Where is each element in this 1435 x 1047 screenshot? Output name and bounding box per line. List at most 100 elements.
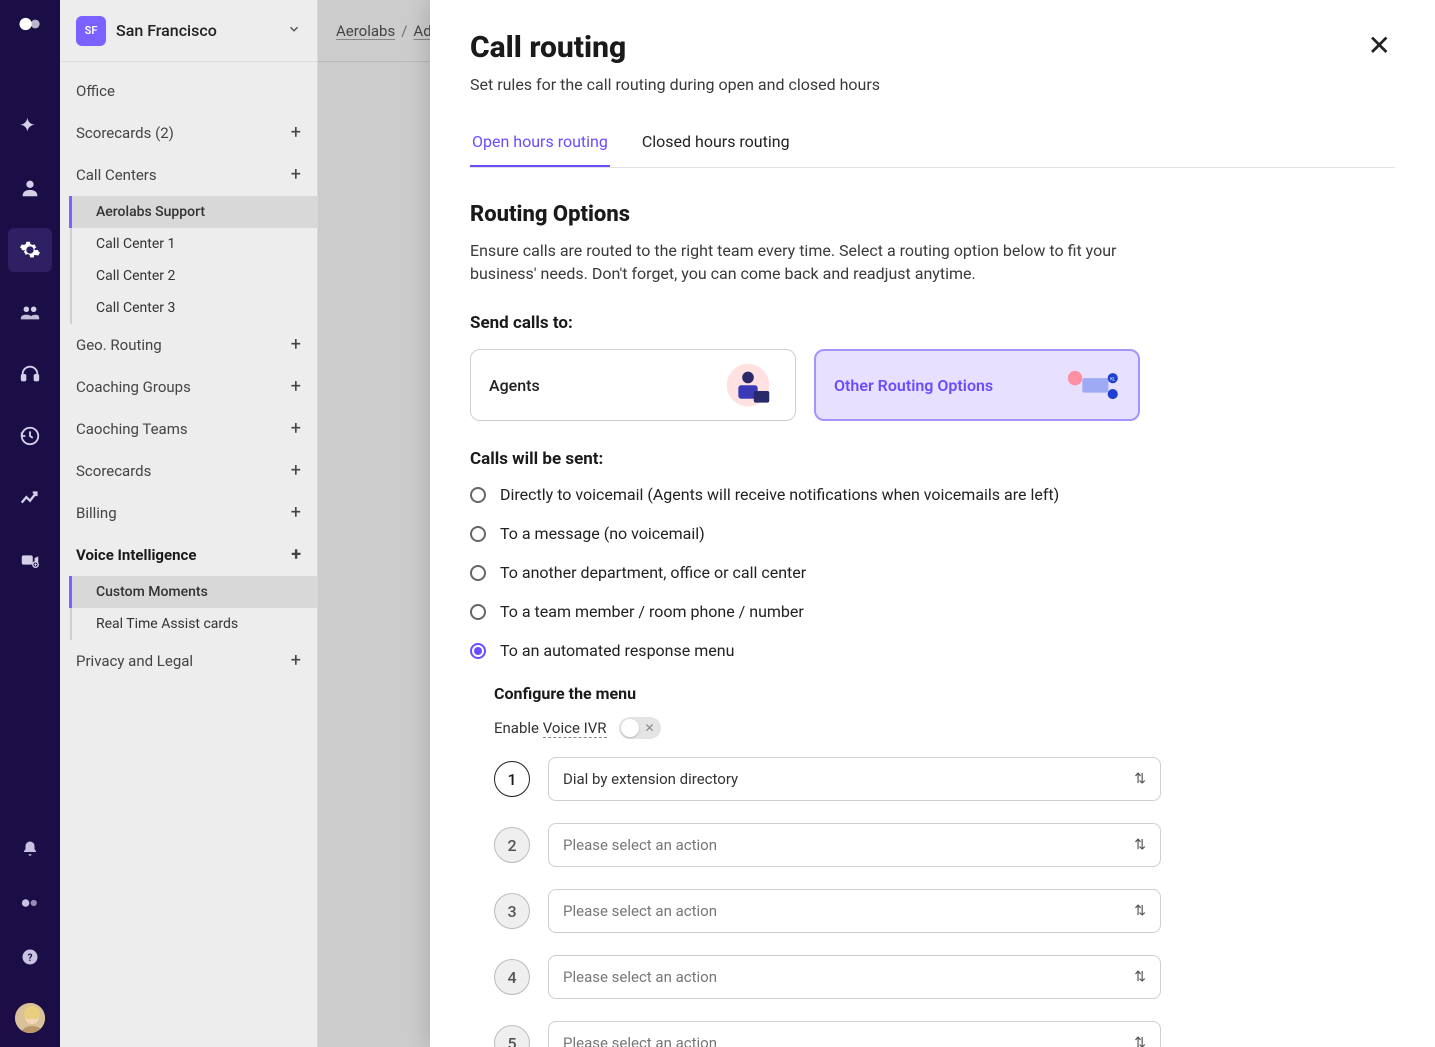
sidebar-label: Scorecards: [76, 462, 151, 480]
radio-icon: [470, 487, 486, 503]
sidebar-child-call-center-3[interactable]: Call Center 3: [70, 292, 317, 324]
card-other-routing[interactable]: Other Routing Options KL: [814, 349, 1140, 421]
sidebar-item-geo-routing[interactable]: Geo. Routing +: [60, 324, 317, 366]
nav-help-icon[interactable]: ?: [20, 947, 40, 967]
radio-department[interactable]: To another department, office or call ce…: [470, 563, 1395, 582]
nav-ai-icon[interactable]: ✦: [8, 104, 52, 148]
sidebar-label: Coaching Groups: [76, 378, 191, 396]
nav-people-icon[interactable]: [8, 166, 52, 210]
sidebar-item-privacy[interactable]: Privacy and Legal +: [60, 640, 317, 682]
sidebar: SF San Francisco Office Scorecards (2)+ …: [60, 0, 318, 1047]
main-area: Aerolabs / Ad Call routing Set rules for…: [318, 0, 1435, 1047]
ivr-action-select-1[interactable]: Dial by extension directory⇅: [548, 757, 1161, 801]
plus-icon[interactable]: +: [291, 652, 301, 670]
panel-subtitle: Set rules for the call routing during op…: [470, 75, 880, 94]
routing-options-desc: Ensure calls are routed to the right tea…: [470, 239, 1130, 285]
sidebar-item-scorecards-count[interactable]: Scorecards (2) +: [60, 112, 317, 154]
tab-open-hours[interactable]: Open hours routing: [470, 120, 610, 167]
select-value: Dial by extension directory: [563, 770, 738, 788]
select-caret-icon: ⇅: [1134, 969, 1146, 985]
svg-text:KL: KL: [1110, 377, 1116, 382]
call-routing-panel: Call routing Set rules for the call rout…: [430, 0, 1435, 1047]
workspace-badge: SF: [76, 16, 106, 46]
user-avatar[interactable]: [13, 1001, 47, 1035]
panel-title: Call routing: [470, 30, 880, 65]
plus-icon[interactable]: +: [291, 420, 301, 438]
plus-icon[interactable]: +: [291, 462, 301, 480]
enable-label: Enable Voice IVR: [494, 719, 607, 737]
configure-menu-section: Configure the menu Enable Voice IVR ✕ 1 …: [494, 684, 1395, 1047]
sidebar-item-call-centers[interactable]: Call Centers+: [60, 154, 317, 196]
workspace-switcher[interactable]: SF San Francisco: [60, 0, 317, 62]
card-agents-label: Agents: [489, 376, 540, 395]
nav-groups-icon[interactable]: [8, 290, 52, 334]
ivr-digit: 5: [494, 1025, 530, 1047]
ivr-digit: 1: [494, 761, 530, 797]
radio-label: To an automated response menu: [500, 641, 734, 660]
enable-label-text: Enable: [494, 719, 543, 737]
sidebar-label: Office: [76, 82, 115, 100]
ivr-row-1: 1 Dial by extension directory⇅: [494, 757, 1395, 801]
voice-ivr-toggle[interactable]: ✕: [619, 717, 661, 739]
tab-closed-hours[interactable]: Closed hours routing: [640, 120, 792, 167]
sidebar-label: Caoching Teams: [76, 420, 188, 438]
sidebar-item-office[interactable]: Office: [60, 70, 317, 112]
plus-icon[interactable]: +: [291, 504, 301, 522]
sidebar-child-call-center-2[interactable]: Call Center 2: [70, 260, 317, 292]
select-value: Please select an action: [563, 836, 717, 854]
ivr-action-select-3[interactable]: Please select an action⇅: [548, 889, 1161, 933]
sidebar-label: Geo. Routing: [76, 336, 162, 354]
nav-rail: ✦ ?: [0, 0, 60, 1047]
radio-voicemail[interactable]: Directly to voicemail (Agents will recei…: [470, 485, 1395, 504]
plus-icon[interactable]: +: [291, 546, 301, 564]
sidebar-item-scorecards[interactable]: Scorecards +: [60, 450, 317, 492]
ivr-row-3: 3 Please select an action⇅: [494, 889, 1395, 933]
sidebar-label: Scorecards (2): [76, 124, 174, 142]
close-icon[interactable]: ✕: [1364, 30, 1395, 62]
nav-notifications-icon[interactable]: [20, 839, 40, 859]
radio-message[interactable]: To a message (no voicemail): [470, 524, 1395, 543]
ivr-digit: 2: [494, 827, 530, 863]
nav-analytics-icon[interactable]: [8, 476, 52, 520]
sidebar-label: Privacy and Legal: [76, 652, 193, 670]
sidebar-child-aerolabs-support[interactable]: Aerolabs Support: [69, 196, 317, 228]
ivr-action-select-2[interactable]: Please select an action⇅: [548, 823, 1161, 867]
sidebar-item-voice-intelligence[interactable]: Voice Intelligence+: [60, 534, 317, 576]
ivr-row-4: 4 Please select an action⇅: [494, 955, 1395, 999]
nav-history-icon[interactable]: [8, 414, 52, 458]
routing-illustration-icon: KL: [1062, 361, 1120, 409]
configure-title: Configure the menu: [494, 684, 1395, 703]
agents-illustration-icon: [719, 361, 777, 409]
sidebar-label: Billing: [76, 504, 117, 522]
radio-icon: [470, 643, 486, 659]
nav-app-switch-icon[interactable]: [20, 893, 40, 913]
sidebar-item-coaching-groups[interactable]: Coaching Groups +: [60, 366, 317, 408]
voice-intel-children: Custom Moments Real Time Assist cards: [60, 576, 317, 640]
card-agents[interactable]: Agents: [470, 349, 796, 421]
plus-icon[interactable]: +: [291, 336, 301, 354]
workspace-name: San Francisco: [116, 21, 277, 40]
radio-team-member[interactable]: To a team member / room phone / number: [470, 602, 1395, 621]
call-centers-children: Aerolabs Support Call Center 1 Call Cent…: [60, 196, 317, 324]
sidebar-child-realtime-assist[interactable]: Real Time Assist cards: [70, 608, 317, 640]
plus-icon[interactable]: +: [291, 378, 301, 396]
plus-icon[interactable]: +: [291, 124, 301, 142]
sidebar-child-call-center-1[interactable]: Call Center 1: [70, 228, 317, 260]
sidebar-item-billing[interactable]: Billing +: [60, 492, 317, 534]
radio-label: To a team member / room phone / number: [500, 602, 804, 621]
sidebar-item-coaching-teams[interactable]: Caoching Teams +: [60, 408, 317, 450]
nav-video-icon[interactable]: [8, 538, 52, 582]
ivr-digit: 3: [494, 893, 530, 929]
select-value: Please select an action: [563, 968, 717, 986]
select-caret-icon: ⇅: [1134, 903, 1146, 919]
toggle-off-icon: ✕: [644, 721, 654, 735]
radio-icon: [470, 604, 486, 620]
plus-icon[interactable]: +: [291, 166, 301, 184]
chevron-down-icon: [287, 22, 301, 40]
nav-settings-icon[interactable]: [8, 228, 52, 272]
nav-headset-icon[interactable]: [8, 352, 52, 396]
ivr-action-select-5[interactable]: Please select an action⇅: [548, 1021, 1161, 1047]
radio-automated-menu[interactable]: To an automated response menu: [470, 641, 1395, 660]
sidebar-child-custom-moments[interactable]: Custom Moments: [69, 576, 317, 608]
ivr-action-select-4[interactable]: Please select an action ⇅: [548, 955, 1161, 999]
